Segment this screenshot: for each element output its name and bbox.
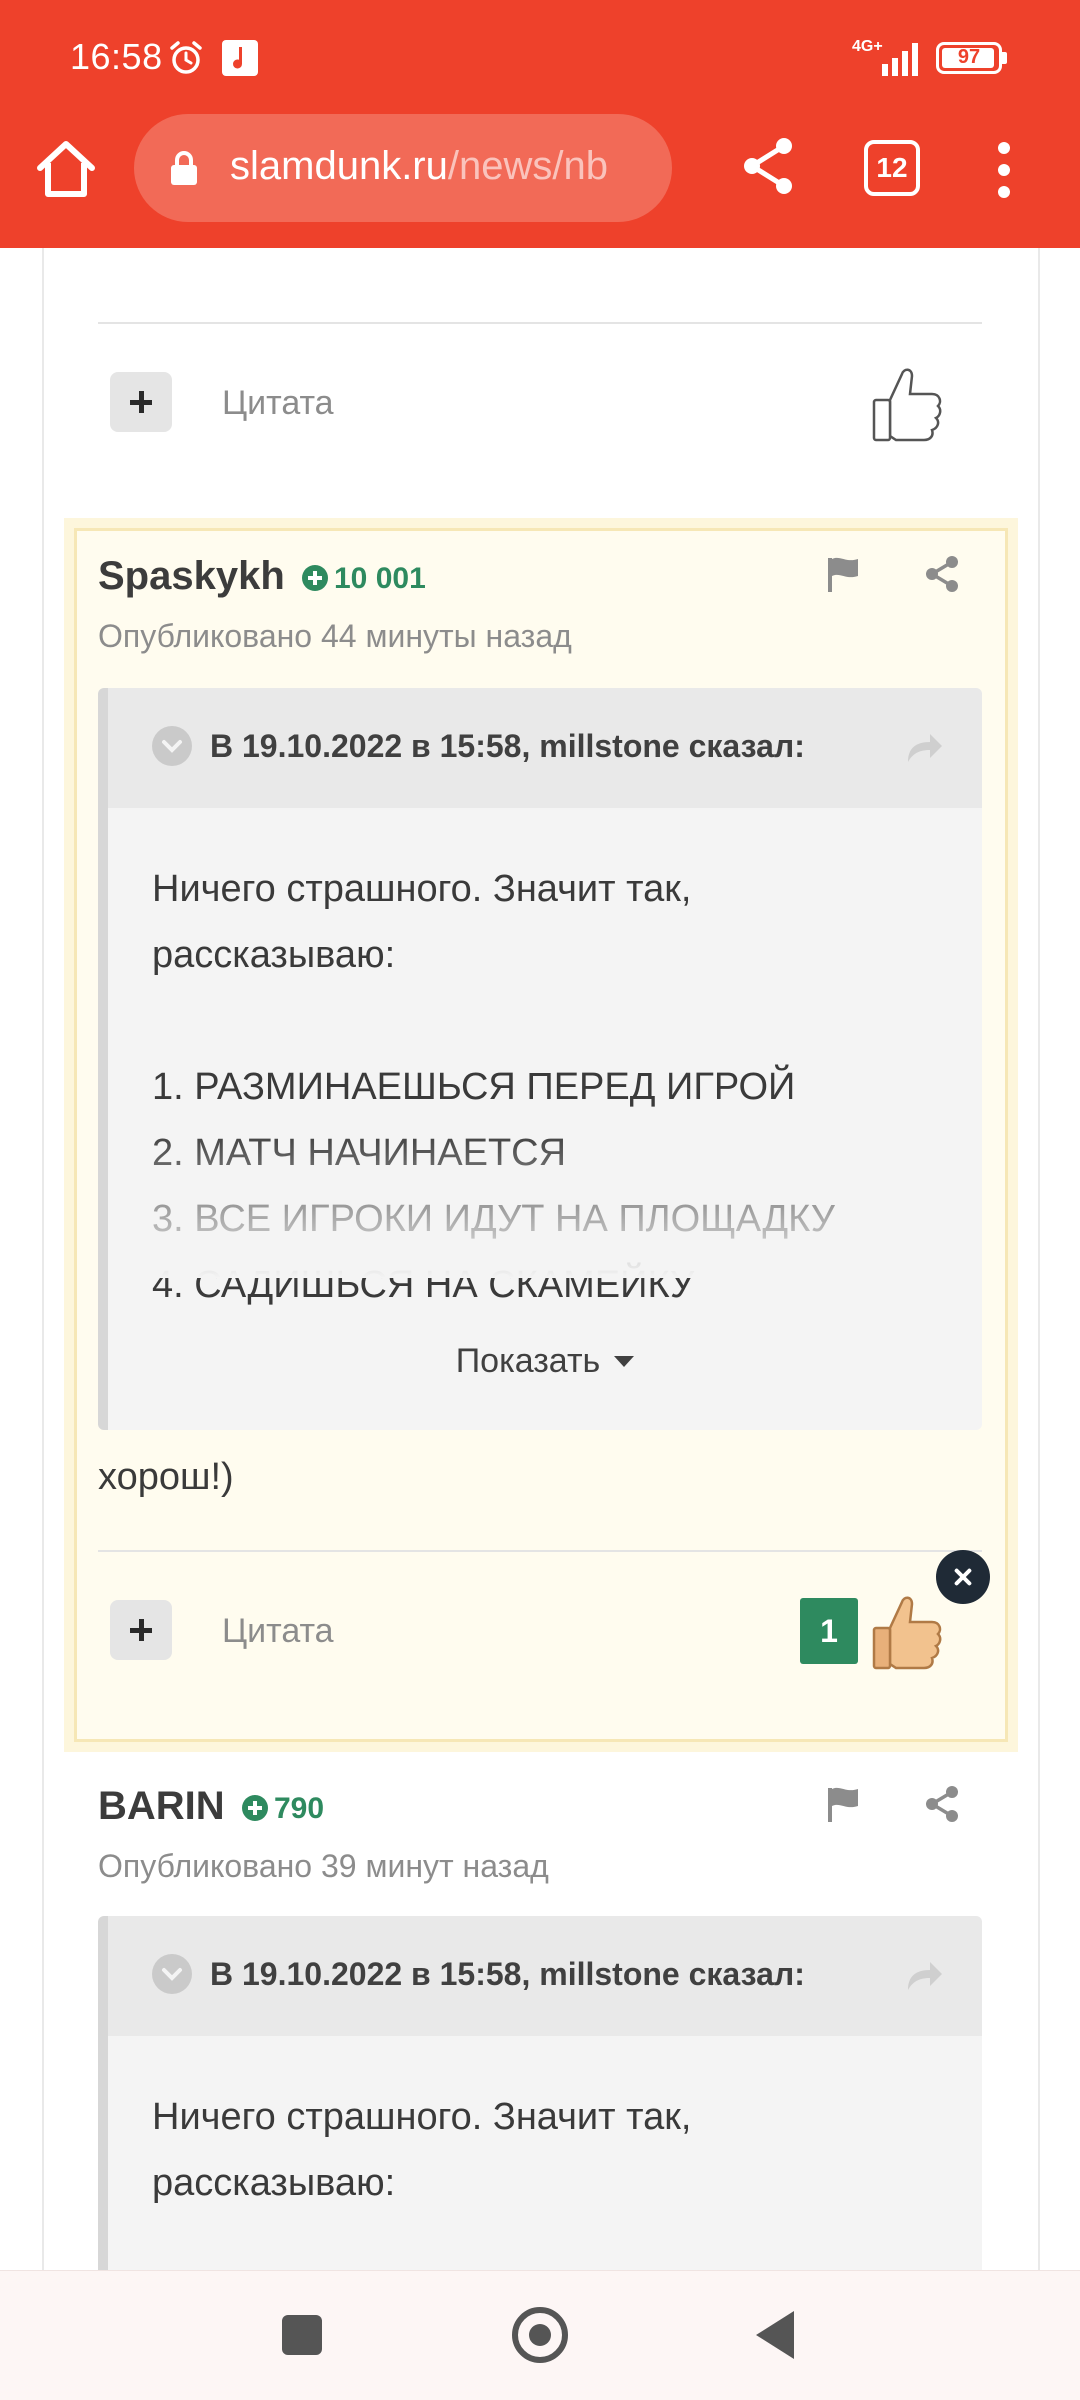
home-icon[interactable] — [30, 132, 102, 204]
address-bar[interactable]: slamdunk.ru/news/nb — [134, 114, 672, 222]
quote-block: В 19.10.2022 в 15:58, millstone сказал: … — [98, 1916, 982, 2270]
page-content: Цитата Spaskykh 10 001 Опубликовано 44 м… — [0, 248, 1080, 2270]
show-more-label: Показать — [455, 1342, 601, 1380]
thumbs-up-icon[interactable] — [866, 364, 946, 446]
url-text[interactable]: slamdunk.ru/news/nb — [230, 144, 650, 189]
show-more-button[interactable]: Показать — [108, 1342, 982, 1381]
quote-fade — [108, 1128, 982, 1278]
alarm-icon — [170, 41, 202, 74]
plus-circle-icon — [302, 565, 328, 591]
reputation-value: 10 001 — [334, 562, 426, 595]
share-icon[interactable] — [922, 1784, 962, 1824]
quote-block: В 19.10.2022 в 15:58, millstone сказал: … — [98, 688, 982, 1430]
multiquote-button[interactable] — [110, 372, 172, 432]
close-icon[interactable] — [936, 1550, 990, 1604]
go-to-quote-icon[interactable] — [904, 730, 944, 766]
divider — [98, 322, 982, 324]
status-time: 16:58 — [70, 36, 163, 77]
lock-icon — [171, 151, 197, 185]
reputation-badge: 10 001 — [302, 562, 426, 596]
share-icon[interactable] — [738, 134, 798, 198]
quote-attribution: В 19.10.2022 в 15:58, millstone сказал: — [210, 728, 805, 764]
battery-tip — [1002, 52, 1007, 64]
post-text: хорош!) — [98, 1456, 234, 1498]
post-author[interactable]: BARIN — [98, 1784, 225, 1829]
divider — [98, 1550, 982, 1552]
share-icon[interactable] — [922, 554, 962, 594]
quote-button[interactable]: Цитата — [222, 1612, 334, 1651]
caret-down-icon — [614, 1356, 635, 1367]
browser-chrome: 16:58 4G+ 97 slamdunk.ru/news/nb 12 — [0, 0, 1080, 248]
battery-icon: 97 — [936, 42, 1002, 74]
like-count[interactable]: 1 — [800, 1598, 858, 1664]
battery-percent: 97 — [957, 46, 981, 68]
recents-button[interactable] — [282, 2315, 322, 2355]
chevron-down-icon[interactable] — [152, 1954, 192, 1994]
status-bar: 16:58 4G+ 97 — [0, 0, 1080, 118]
go-to-quote-icon[interactable] — [904, 1958, 944, 1994]
multiquote-button[interactable] — [110, 1600, 172, 1660]
system-nav-bar — [0, 2270, 1080, 2400]
thumbs-up-icon[interactable] — [866, 1592, 946, 1674]
plus-circle-icon — [242, 1795, 268, 1821]
quote-header: В 19.10.2022 в 15:58, millstone сказал: — [108, 1916, 982, 2036]
flag-icon[interactable] — [824, 1784, 864, 1824]
tabs-button[interactable]: 12 — [864, 140, 920, 196]
reputation-badge: 790 — [242, 1792, 324, 1826]
quote-text: Ничего страшного. Значит так, рассказыва… — [152, 2096, 692, 2204]
reputation-value: 790 — [274, 1792, 325, 1825]
home-button[interactable] — [512, 2307, 568, 2363]
post-date: Опубликовано 39 минут назад — [98, 1848, 549, 1884]
quote-attribution: В 19.10.2022 в 15:58, millstone сказал: — [210, 1956, 805, 1992]
home-dot — [529, 2324, 551, 2346]
back-button[interactable] — [756, 2311, 794, 2359]
post-author[interactable]: Spaskykh — [98, 554, 285, 599]
quote-header: В 19.10.2022 в 15:58, millstone сказал: — [108, 688, 982, 808]
url-domain: slamdunk.ru — [230, 144, 448, 188]
more-vert-icon[interactable] — [992, 140, 1016, 200]
quote-button[interactable]: Цитата — [222, 384, 334, 423]
music-notification-icon — [222, 40, 258, 76]
url-path: /news/nb — [447, 144, 608, 188]
flag-icon[interactable] — [824, 554, 864, 594]
post-date: Опубликовано 44 минуты назад — [98, 618, 572, 654]
chevron-down-icon[interactable] — [152, 726, 192, 766]
signal-icon — [882, 43, 918, 76]
